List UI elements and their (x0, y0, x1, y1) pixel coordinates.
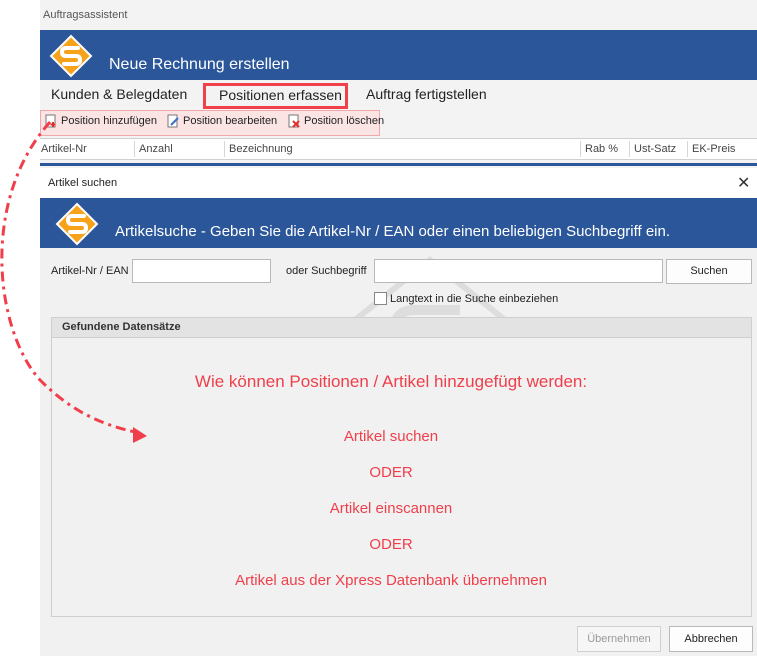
annotation-arrow-icon (0, 120, 147, 443)
